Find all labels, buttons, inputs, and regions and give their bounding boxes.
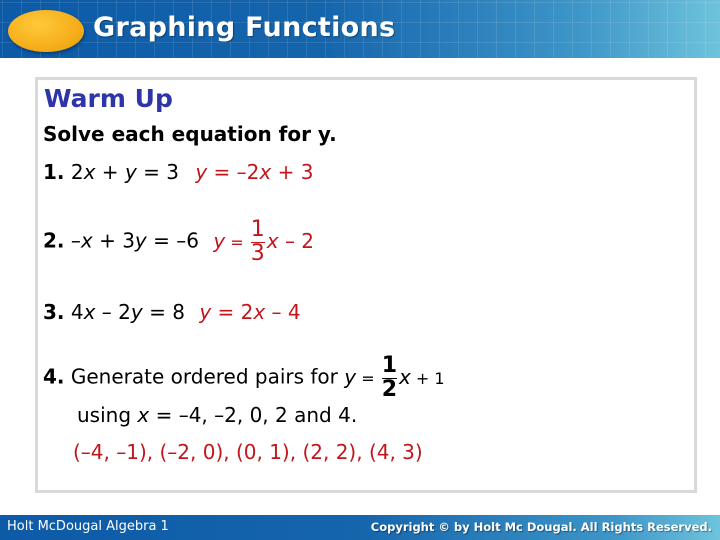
problem-answer: y = –2x + 3 xyxy=(195,160,314,184)
header-oval-icon xyxy=(8,10,84,52)
footer-book-title: Holt McDougal Algebra 1 xyxy=(7,519,169,534)
problem-function: y = 12x + 1 xyxy=(344,353,445,402)
fraction: 13 xyxy=(250,217,265,266)
slide-header: Graphing Functions xyxy=(0,0,720,58)
problem-answer: y = 13x – 2 xyxy=(213,217,315,266)
footer-copyright: Copyright © by Holt Mc Dougal. All Right… xyxy=(370,520,712,534)
fraction: 12 xyxy=(381,353,397,402)
problem-3: 3. 4x – 2y = 8 y = 2x – 4 xyxy=(43,300,301,324)
problem-text: Generate ordered pairs for xyxy=(64,364,345,389)
problem-number: 3. xyxy=(43,300,65,324)
problem-4-line-2: using x = –4, –2, 0, 2 and 4. xyxy=(77,403,358,427)
problem-1: 1. 2x + y = 3 y = –2x + 3 xyxy=(43,160,313,184)
problem-equation: –x + 3y = –6 xyxy=(70,228,199,253)
problem-4-answer: (–4, –1), (–2, 0), (0, 1), (2, 2), (4, 3… xyxy=(73,440,423,464)
problem-4: 4. Generate ordered pairs for y = 12x + … xyxy=(43,355,445,401)
problem-number: 4. xyxy=(43,364,65,389)
problem-equation: 4x – 2y = 8 xyxy=(70,300,185,324)
problem-number: 2. xyxy=(43,228,65,253)
slide-footer: Holt McDougal Algebra 1 Copyright © by H… xyxy=(0,515,720,540)
problem-answer: y = 2x – 4 xyxy=(199,300,301,324)
problem-number: 1. xyxy=(43,160,65,184)
problem-equation: 2x + y = 3 xyxy=(70,160,179,184)
slide-title: Graphing Functions xyxy=(93,12,396,43)
problem-2: 2. –x + 3y = –6 y = 13x – 2 xyxy=(43,219,314,265)
instruction-text: Solve each equation for y. xyxy=(43,122,337,146)
warm-up-heading: Warm Up xyxy=(44,84,173,113)
